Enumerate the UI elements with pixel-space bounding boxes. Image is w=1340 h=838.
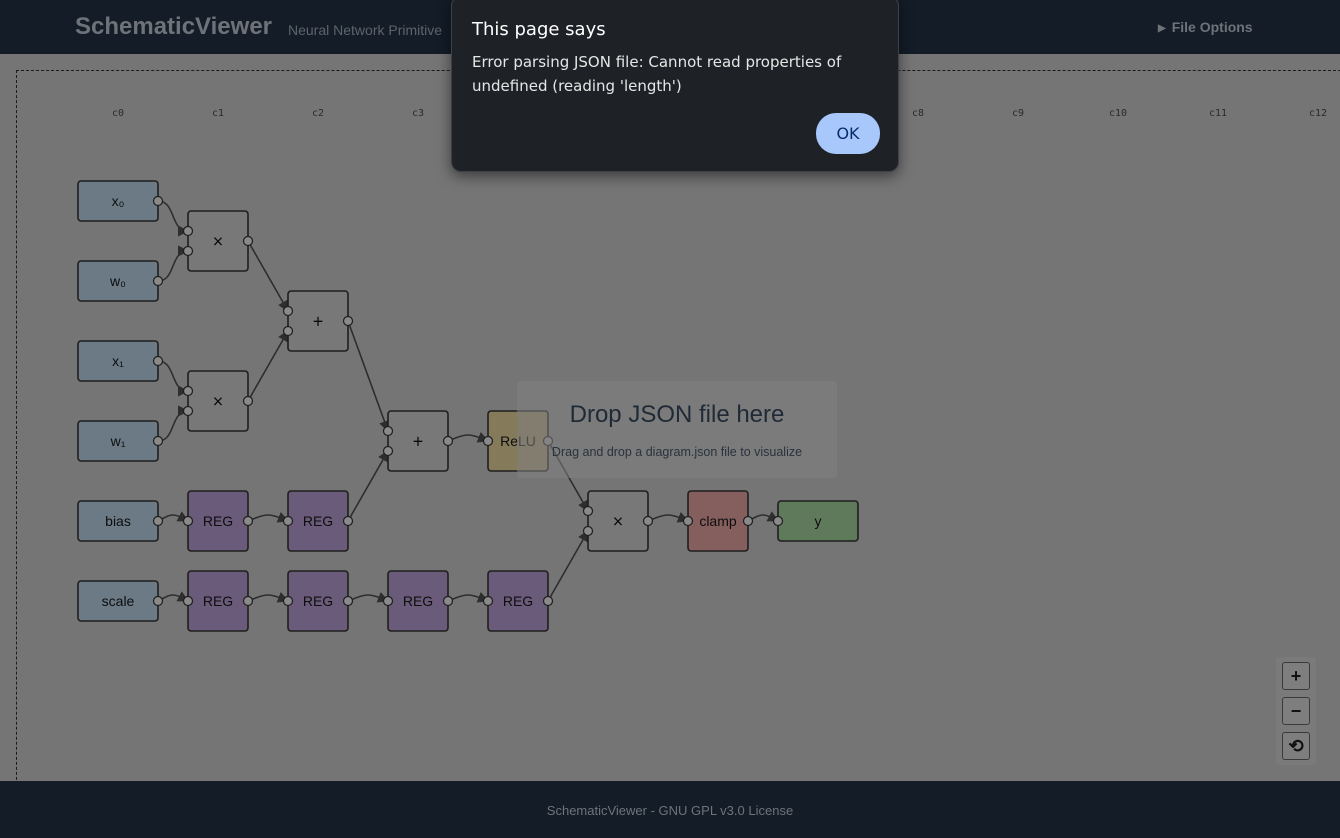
connection-wire bbox=[447, 592, 490, 603]
svg-text:w₁: w₁ bbox=[110, 433, 126, 449]
svg-text:×: × bbox=[613, 511, 624, 531]
node-mul0[interactable]: × bbox=[182, 210, 254, 272]
column-label: c3 bbox=[412, 108, 424, 119]
column-label: c0 bbox=[112, 108, 124, 119]
node-scale[interactable]: scale bbox=[77, 580, 164, 622]
node-regb2[interactable]: REG bbox=[282, 490, 354, 552]
app-footer: SchematicViewer - GNU GPL v3.0 License bbox=[0, 781, 1340, 838]
svg-text:×: × bbox=[213, 231, 224, 251]
connection-wire bbox=[157, 360, 190, 397]
svg-text:REG: REG bbox=[303, 513, 333, 529]
svg-text:REG: REG bbox=[503, 593, 533, 609]
reset-view-button[interactable]: ⟲ bbox=[1282, 732, 1310, 760]
zoom-in-button[interactable]: + bbox=[1282, 662, 1310, 690]
column-label: c2 bbox=[312, 108, 324, 119]
connection-wire bbox=[157, 405, 190, 442]
svg-text:+: + bbox=[313, 311, 324, 331]
app-title: SchematicViewer bbox=[75, 13, 273, 40]
connection-wire bbox=[247, 330, 289, 402]
svg-text:REG: REG bbox=[203, 593, 233, 609]
svg-text:x₀: x₀ bbox=[112, 193, 125, 209]
drop-zone-overlay[interactable]: Drop JSON file here Drag and drop a diag… bbox=[517, 381, 837, 478]
svg-text:REG: REG bbox=[303, 593, 333, 609]
connection-wire bbox=[647, 512, 690, 523]
zoom-out-button[interactable]: − bbox=[1282, 697, 1310, 725]
node-mul2[interactable]: × bbox=[582, 490, 654, 552]
node-w0[interactable]: w₀ bbox=[77, 260, 164, 302]
drop-zone-title: Drop JSON file here bbox=[569, 401, 785, 428]
connection-wire bbox=[247, 240, 289, 312]
svg-text:clamp: clamp bbox=[699, 513, 737, 529]
app-subtitle: Neural Network Primitive bbox=[288, 22, 443, 38]
node-add0[interactable]: + bbox=[282, 290, 354, 352]
node-bias[interactable]: bias bbox=[77, 500, 164, 542]
svg-text:+: + bbox=[413, 431, 424, 451]
dialog-ok-button[interactable]: OK bbox=[816, 113, 880, 154]
column-label: c1 bbox=[212, 108, 224, 119]
node-x0[interactable]: x₀ bbox=[77, 180, 164, 222]
connection-wire bbox=[157, 245, 190, 282]
column-label: c10 bbox=[1109, 108, 1127, 119]
column-label: c8 bbox=[912, 108, 924, 119]
svg-text:w₀: w₀ bbox=[109, 273, 126, 289]
node-w1[interactable]: w₁ bbox=[77, 420, 164, 462]
node-regs1[interactable]: REG bbox=[182, 570, 254, 632]
svg-text:x₁: x₁ bbox=[112, 353, 124, 369]
connection-wire bbox=[447, 432, 490, 443]
svg-text:scale: scale bbox=[102, 593, 135, 609]
node-mul1[interactable]: × bbox=[182, 370, 254, 432]
connection-wire bbox=[547, 530, 589, 602]
svg-text:y: y bbox=[815, 513, 822, 529]
svg-text:REG: REG bbox=[403, 593, 433, 609]
node-y[interactable]: y bbox=[772, 500, 859, 542]
dialog-message: Error parsing JSON file: Cannot read pro… bbox=[472, 53, 842, 95]
column-label: c12 bbox=[1309, 108, 1327, 119]
connection-wire bbox=[157, 200, 190, 237]
node-regs3[interactable]: REG bbox=[382, 570, 454, 632]
dialog-title: This page says bbox=[472, 19, 606, 40]
connection-wire bbox=[247, 512, 290, 523]
connection-wire bbox=[347, 320, 390, 433]
zoom-controls: + − ⟲ bbox=[1276, 657, 1316, 765]
node-x1[interactable]: x₁ bbox=[77, 340, 164, 382]
node-regs4[interactable]: REG bbox=[482, 570, 554, 632]
node-clamp[interactable]: clamp bbox=[682, 490, 754, 552]
column-label: c11 bbox=[1209, 108, 1227, 119]
svg-text:REG: REG bbox=[203, 513, 233, 529]
connection-wire bbox=[247, 592, 290, 603]
node-regs2[interactable]: REG bbox=[282, 570, 354, 632]
drop-zone-subtitle: Drag and drop a diagram.json file to vis… bbox=[551, 445, 803, 459]
column-label: c9 bbox=[1012, 108, 1024, 119]
triangle-right-icon: ▶ bbox=[1158, 23, 1166, 34]
footer-license-text: SchematicViewer - GNU GPL v3.0 License bbox=[546, 803, 794, 818]
file-options-label: File Options bbox=[1171, 19, 1253, 35]
svg-text:bias: bias bbox=[105, 513, 131, 529]
connection-wire bbox=[347, 592, 390, 603]
alert-dialog: This page says Error parsing JSON file: … bbox=[451, 0, 899, 172]
node-add1[interactable]: + bbox=[382, 410, 454, 472]
node-regb1[interactable]: REG bbox=[182, 490, 254, 552]
svg-text:×: × bbox=[213, 391, 224, 411]
connection-wire bbox=[347, 450, 389, 522]
file-options-toggle[interactable]: ▶ File Options bbox=[1158, 19, 1253, 35]
